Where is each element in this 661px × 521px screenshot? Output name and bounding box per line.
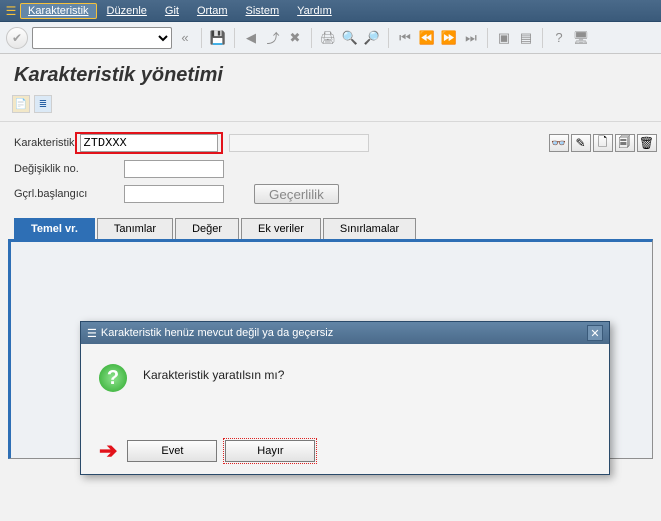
valid-input[interactable] — [124, 185, 224, 203]
menubar: ☰ Karakteristik Düzenle Git Ortam Sistem… — [0, 0, 661, 22]
tab-ek-veriler[interactable]: Ek veriler — [241, 218, 321, 239]
dialog-buttons: ➔ Evet Hayır — [81, 432, 609, 474]
tabbar: Temel vr. Tanımlar Değer Ek veriler Sını… — [0, 218, 661, 239]
display-characteristic-icon[interactable]: 👓 — [549, 134, 569, 152]
menu-yardim[interactable]: Yardım — [289, 3, 340, 19]
question-icon: ? — [99, 364, 127, 392]
menu-ortam[interactable]: Ortam — [189, 3, 236, 19]
dialog-close-icon[interactable]: ✕ — [587, 325, 603, 341]
form-area: Karakteristik 👓 ✎ 🗋 🗐 🗑 Değişiklik no. G… — [0, 122, 661, 204]
menu-karakteristik[interactable]: Karakteristik — [20, 3, 97, 19]
find-icon[interactable]: 🔍 — [341, 29, 359, 47]
exit-icon[interactable]: ⤴ — [264, 29, 282, 47]
dialog-system-icon: ☰ — [87, 327, 97, 340]
char-input[interactable] — [80, 134, 218, 152]
layout-icon[interactable]: 🖥 — [572, 29, 590, 47]
help-icon[interactable]: ? — [550, 29, 568, 47]
enter-icon[interactable]: ✔ — [6, 27, 28, 49]
menu-sistem[interactable]: Sistem — [238, 3, 288, 19]
cancel-icon[interactable]: ✖ — [286, 29, 304, 47]
char-desc-input[interactable] — [229, 134, 369, 152]
tab-deger[interactable]: Değer — [175, 218, 239, 239]
list-icon[interactable]: ≣ — [34, 95, 52, 113]
page-title: Karakteristik yönetimi — [0, 54, 661, 93]
pointer-arrow-icon: ➔ — [99, 438, 117, 464]
char-label: Karakteristik — [14, 137, 75, 149]
valid-label: Gçrl.başlangıcı — [14, 188, 124, 200]
dialog-message: Karakteristik yaratılsın mı? — [143, 364, 284, 382]
toolbar-separator — [542, 28, 543, 48]
save-icon[interactable]: 💾 — [209, 29, 227, 47]
sap-menu-icon[interactable]: ☰ — [4, 4, 18, 18]
change-characteristic-icon[interactable]: ✎ — [571, 134, 591, 152]
copy-characteristic-icon[interactable]: 🗐 — [615, 134, 635, 152]
first-page-icon[interactable]: ⏮ — [396, 29, 414, 47]
menu-git[interactable]: Git — [157, 3, 187, 19]
next-page-icon[interactable]: ⏩ — [440, 29, 458, 47]
doc-icon[interactable]: 📄 — [12, 95, 30, 113]
find-next-icon[interactable]: 🔎 — [363, 29, 381, 47]
toolbar-separator — [487, 28, 488, 48]
prev-page-icon[interactable]: ⏪ — [418, 29, 436, 47]
toolbar-separator — [311, 28, 312, 48]
dialog-titlebar: ☰ Karakteristik henüz mevcut değil ya da… — [81, 322, 609, 344]
tab-tanimlar[interactable]: Tanımlar — [97, 218, 173, 239]
sub-toolbar: 📄 ≣ — [0, 93, 661, 122]
dialog-body: ? Karakteristik yaratılsın mı? — [81, 344, 609, 432]
no-button[interactable]: Hayır — [225, 440, 315, 462]
command-field[interactable] — [32, 27, 172, 49]
confirm-dialog: ☰ Karakteristik henüz mevcut değil ya da… — [80, 321, 610, 475]
last-page-icon[interactable]: ⏭ — [462, 29, 480, 47]
create-characteristic-icon[interactable]: 🗋 — [593, 134, 613, 152]
back-icon[interactable]: ◀ — [242, 29, 260, 47]
toolbar-separator — [388, 28, 389, 48]
app-toolbar: ✔ « 💾 ◀ ⤴ ✖ 🖨 🔍 🔎 ⏮ ⏪ ⏩ ⏭ ▣ ▤ ? 🖥 — [0, 22, 661, 54]
toolbar-separator — [234, 28, 235, 48]
validity-button[interactable]: Geçerlilik — [254, 184, 339, 204]
char-actions: 👓 ✎ 🗋 🗐 🗑 — [549, 134, 657, 152]
tab-temel[interactable]: Temel vr. — [14, 218, 95, 239]
back-double-icon[interactable]: « — [176, 29, 194, 47]
dialog-title: Karakteristik henüz mevcut değil ya da g… — [101, 327, 333, 339]
shortcut-icon[interactable]: ▤ — [517, 29, 535, 47]
new-session-icon[interactable]: ▣ — [495, 29, 513, 47]
menu-duzenle[interactable]: Düzenle — [99, 3, 155, 19]
tab-sinirlamalar[interactable]: Sınırlamalar — [323, 218, 416, 239]
change-label: Değişiklik no. — [14, 163, 124, 175]
char-highlight — [75, 132, 223, 154]
change-input[interactable] — [124, 160, 224, 178]
delete-characteristic-icon[interactable]: 🗑 — [637, 134, 657, 152]
yes-button[interactable]: Evet — [127, 440, 217, 462]
print-icon[interactable]: 🖨 — [319, 29, 337, 47]
toolbar-separator — [201, 28, 202, 48]
